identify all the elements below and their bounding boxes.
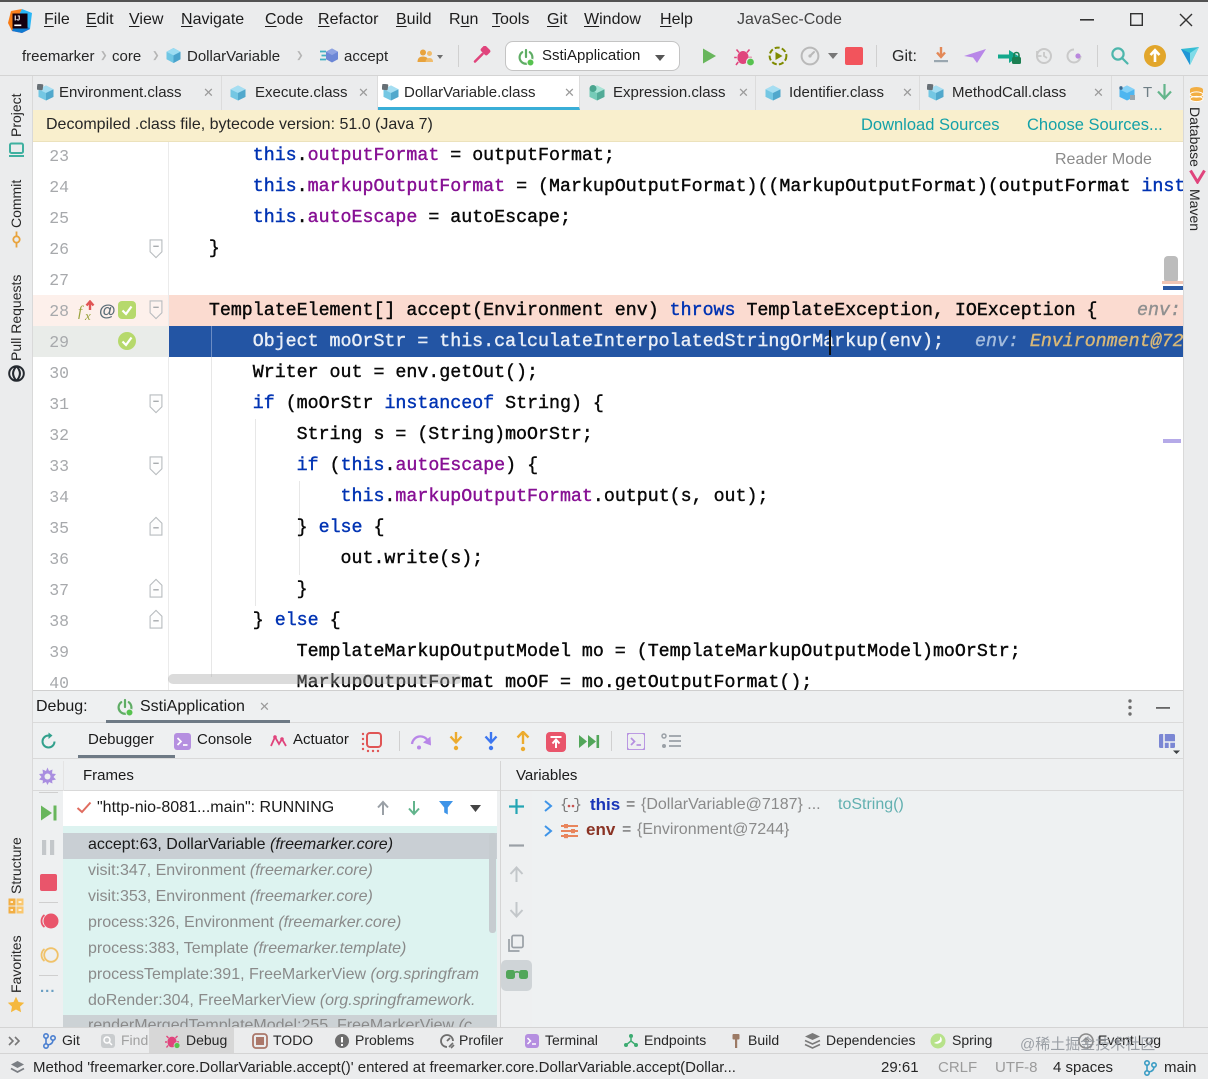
svg-text:{: { <box>560 797 569 813</box>
svg-text:x: x <box>84 308 91 322</box>
svg-text:}: } <box>573 797 582 813</box>
svg-text:f: f <box>78 304 84 320</box>
svg-text:IJ: IJ <box>14 14 20 23</box>
